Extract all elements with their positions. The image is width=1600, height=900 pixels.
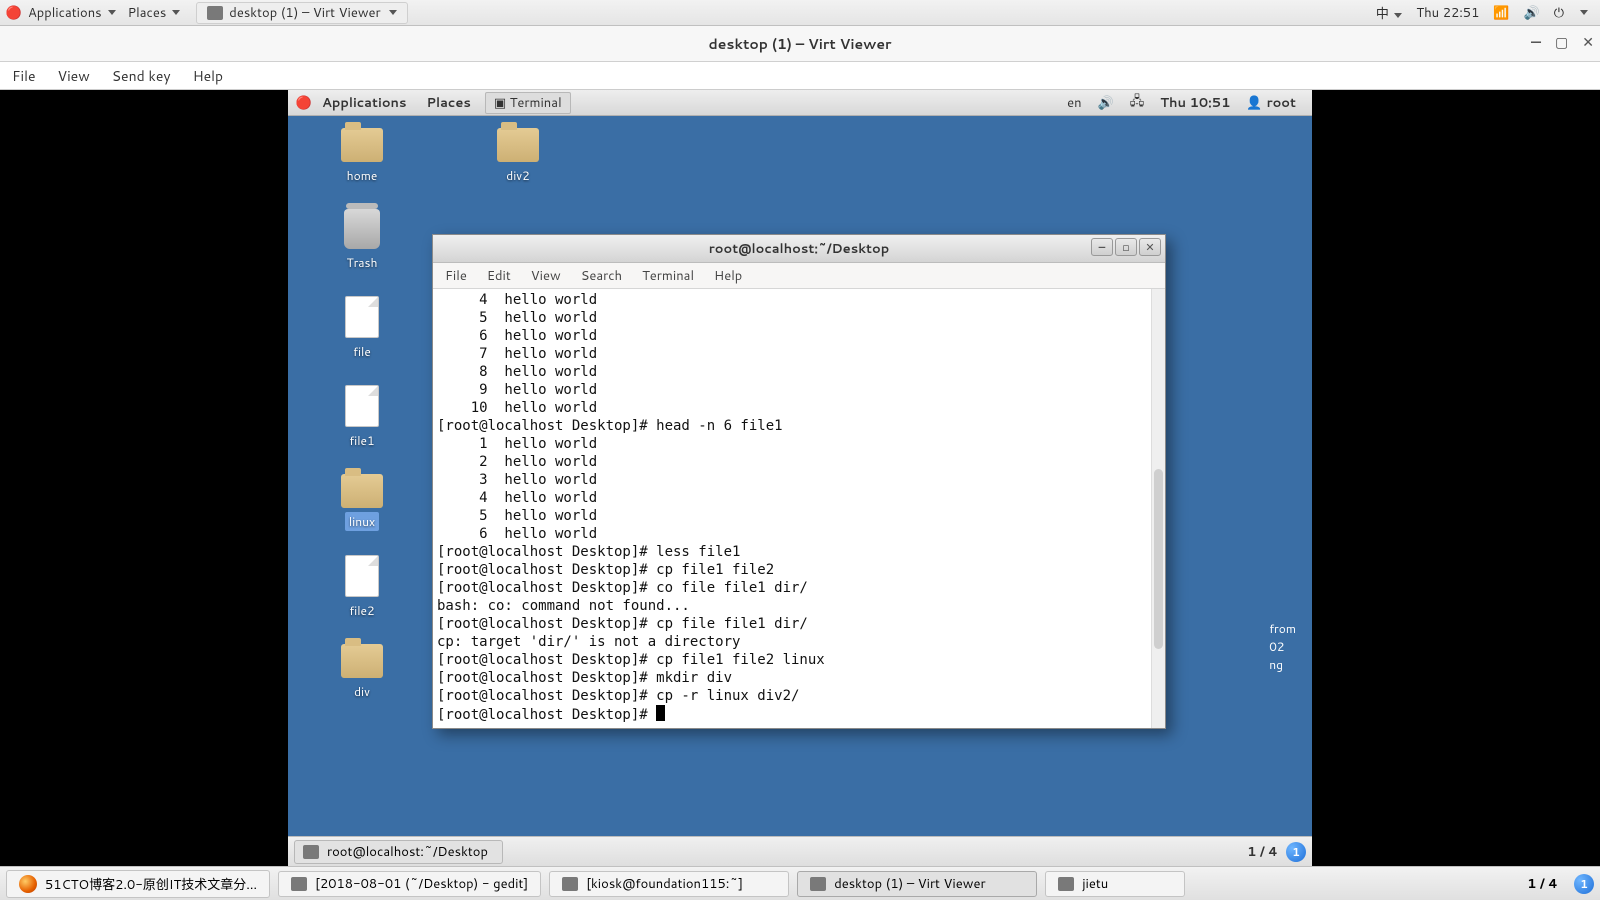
close-button[interactable]: ✕ xyxy=(1582,32,1594,52)
ime-indicator[interactable]: 中 xyxy=(1376,3,1403,23)
file-icon xyxy=(345,555,379,597)
host-notification-badge[interactable]: 1 xyxy=(1574,874,1594,894)
folder-icon xyxy=(341,644,383,678)
folder-icon xyxy=(497,128,539,162)
guest-topbar: 🔴 Applications Places ▣ Terminal en 🔊 🖧 … xyxy=(288,90,1312,116)
guest-taskbar-terminal[interactable]: root@localhost:~/Desktop xyxy=(294,840,503,864)
maximize-button[interactable]: ▢ xyxy=(1555,32,1568,52)
host-topbar: 🔴 Applications Places desktop (1) – Virt… xyxy=(0,0,1600,26)
terminal-icon xyxy=(562,877,578,891)
guest-distro-icon: 🔴 xyxy=(296,95,312,111)
virtviewer-icon xyxy=(810,877,826,891)
desktop-icon-file1[interactable]: file1 xyxy=(322,385,402,450)
desktop-icon-linux[interactable]: linux xyxy=(322,474,402,531)
virt-titlebar[interactable]: desktop (1) – Virt Viewer — ▢ ✕ xyxy=(0,26,1600,62)
guest-places-menu[interactable]: Places xyxy=(416,94,480,112)
virt-title: desktop (1) – Virt Viewer xyxy=(709,34,892,54)
folder-icon xyxy=(341,128,383,162)
guest-taskbar-label: root@localhost:~/Desktop xyxy=(327,843,488,861)
terminal-menubar: File Edit View Search Terminal Help xyxy=(433,263,1165,289)
guest-notification-badge[interactable]: 1 xyxy=(1286,842,1306,862)
virt-menu-view[interactable]: View xyxy=(58,66,90,86)
scrollbar-thumb[interactable] xyxy=(1154,469,1163,649)
desktop-icon-file[interactable]: file xyxy=(322,296,402,361)
guest-user-menu[interactable]: 👤root xyxy=(1238,94,1304,112)
terminal-menu-edit[interactable]: Edit xyxy=(487,267,511,285)
virt-viewer-window: desktop (1) – Virt Viewer — ▢ ✕ File Vie… xyxy=(0,26,1600,866)
terminal-maximize-button[interactable]: ▫ xyxy=(1115,238,1137,256)
terminal-title: root@localhost:~/Desktop xyxy=(709,240,890,258)
desktop-icon-div[interactable]: div xyxy=(322,644,402,701)
host-bottombar: 51CTO博客2.0-原创IT技术文章分… [2018-08-01 (~/Des… xyxy=(0,866,1600,900)
firefox-icon xyxy=(19,875,37,893)
virt-menu-sendkey[interactable]: Send key xyxy=(112,66,171,86)
guest-active-task-label: Terminal xyxy=(510,94,562,112)
gedit-icon xyxy=(291,877,307,891)
file-icon xyxy=(345,296,379,338)
terminal-window[interactable]: root@localhost:~/Desktop – ▫ ✕ File Edit… xyxy=(432,234,1166,729)
virt-menubar: File View Send key Help xyxy=(0,62,1600,90)
terminal-minimize-button[interactable]: – xyxy=(1091,238,1113,256)
host-places-menu[interactable]: Places xyxy=(122,4,187,22)
minimize-button[interactable]: — xyxy=(1531,32,1541,52)
guest-screen[interactable]: 🔴 Applications Places ▣ Terminal en 🔊 🖧 … xyxy=(288,90,1312,866)
terminal-menu-search[interactable]: Search xyxy=(581,267,622,285)
guest-lang-indicator[interactable]: en xyxy=(1059,94,1089,112)
terminal-close-button[interactable]: ✕ xyxy=(1139,238,1161,256)
guest-display-area: 🔴 Applications Places ▣ Terminal en 🔊 🖧 … xyxy=(0,90,1600,866)
host-workspace-indicator[interactable]: 1 / 4 xyxy=(1527,875,1558,893)
volume-icon[interactable]: 🔊 xyxy=(1524,4,1540,22)
terminal-scrollbar[interactable] xyxy=(1151,289,1165,728)
wifi-icon[interactable]: 📶 xyxy=(1493,4,1509,22)
terminal-output[interactable]: 4 hello world 5 hello world 6 hello worl… xyxy=(433,289,1165,728)
power-icon[interactable]: ⏻ xyxy=(1554,4,1564,22)
virt-menu-help[interactable]: Help xyxy=(193,66,223,86)
host-task-browser[interactable]: 51CTO博客2.0-原创IT技术文章分… xyxy=(6,870,270,898)
file-icon xyxy=(345,385,379,427)
guest-network-icon[interactable]: 🖧 xyxy=(1122,92,1153,114)
desktop-icon-trash[interactable]: Trash xyxy=(322,209,402,272)
host-active-task[interactable]: desktop (1) – Virt Viewer xyxy=(196,2,407,24)
terminal-menu-file[interactable]: File xyxy=(445,267,467,285)
guest-volume-icon[interactable]: 🔊 xyxy=(1090,94,1122,112)
guest-applications-menu[interactable]: Applications xyxy=(312,94,416,112)
terminal-menu-view[interactable]: View xyxy=(531,267,561,285)
terminal-menu-help[interactable]: Help xyxy=(714,267,742,285)
user-icon: 👤 xyxy=(1246,94,1262,112)
folder-icon xyxy=(341,474,383,508)
app-icon xyxy=(1058,877,1074,891)
desktop-icons: home Trash file file1 linux file2 div xyxy=(322,128,402,701)
host-task-gedit[interactable]: [2018-08-01 (~/Desktop) - gedit] xyxy=(278,871,541,897)
guest-workspace-indicator[interactable]: 1 / 4 xyxy=(1247,843,1278,861)
desktop-icon-div2[interactable]: div2 xyxy=(478,128,558,185)
host-task-jietu[interactable]: jietu xyxy=(1045,871,1185,897)
window-icon xyxy=(207,6,223,20)
distro-icon: 🔴 xyxy=(6,5,22,21)
virt-menu-file[interactable]: File xyxy=(12,66,36,86)
guest-bottombar: root@localhost:~/Desktop 1 / 4 1 xyxy=(288,836,1312,866)
notification-peek: from02ng xyxy=(1269,620,1296,674)
terminal-menu-terminal[interactable]: Terminal xyxy=(642,267,694,285)
guest-clock[interactable]: Thu 10:51 xyxy=(1152,94,1238,112)
trash-icon xyxy=(344,209,380,249)
guest-active-task[interactable]: ▣ Terminal xyxy=(485,92,571,114)
host-clock[interactable]: Thu 22:51 xyxy=(1416,4,1479,22)
terminal-icon xyxy=(303,845,319,859)
host-active-task-label: desktop (1) – Virt Viewer xyxy=(229,4,380,22)
terminal-icon: ▣ xyxy=(494,94,506,112)
host-task-virtviewer[interactable]: desktop (1) – Virt Viewer xyxy=(797,871,1037,897)
desktop-icon-file2[interactable]: file2 xyxy=(322,555,402,620)
terminal-titlebar[interactable]: root@localhost:~/Desktop – ▫ ✕ xyxy=(433,235,1165,263)
host-applications-menu[interactable]: Applications xyxy=(22,4,122,22)
host-task-terminal[interactable]: [kiosk@foundation115:~] xyxy=(549,871,789,897)
desktop-icon-home[interactable]: home xyxy=(322,128,402,185)
